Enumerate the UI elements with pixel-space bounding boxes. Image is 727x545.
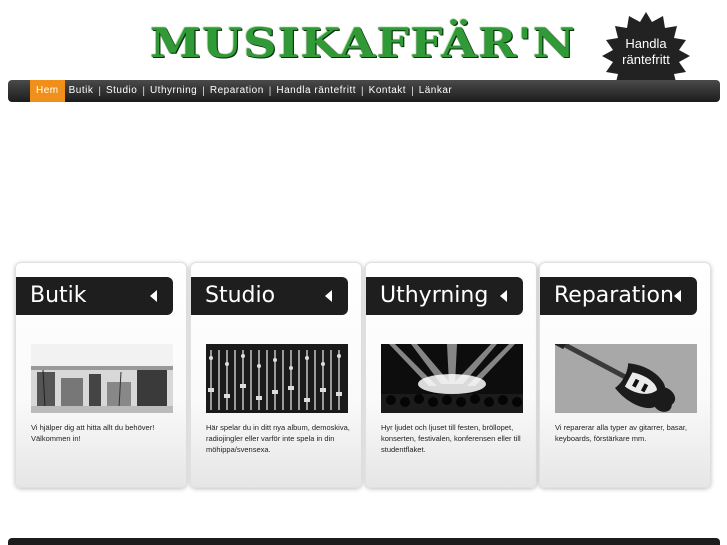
- nav-item-hem[interactable]: Hem: [30, 80, 65, 102]
- card-butik[interactable]: Butik Vi hjälper dig att hitta allt du b…: [15, 262, 187, 488]
- arrow-left-icon: [674, 290, 681, 302]
- service-cards: Butik Vi hjälper dig att hitta allt du b…: [15, 262, 715, 488]
- concert-stage-photo[interactable]: [381, 344, 523, 413]
- badge-text: Handla räntefritt: [602, 36, 690, 68]
- card-title: Uthyrning: [380, 283, 489, 308]
- card-description: Här spelar du in ditt nya album, demoski…: [206, 423, 350, 454]
- card-header[interactable]: Studio: [191, 277, 348, 315]
- nav-item-kontakt[interactable]: Kontakt: [365, 80, 410, 102]
- card-title: Reparation: [554, 283, 674, 308]
- nav-item-lankar[interactable]: Länkar: [415, 80, 457, 102]
- card-uthyrning[interactable]: Uthyrning Hyr ljudet och ljuset till fes…: [365, 262, 537, 488]
- site-logo[interactable]: MUSIKAFFÄR'N: [150, 20, 645, 68]
- card-title: Studio: [205, 283, 276, 308]
- badge-line-2: räntefritt: [622, 52, 670, 67]
- footer-bar: [8, 538, 720, 545]
- arrow-left-icon: [150, 290, 157, 302]
- card-header[interactable]: Reparation: [540, 277, 697, 315]
- card-reparation[interactable]: Reparation Vi reparerar alla typer av gi…: [539, 262, 711, 488]
- nav-item-studio[interactable]: Studio: [102, 80, 141, 102]
- card-description: Vi hjälper dig att hitta allt du behöver…: [31, 423, 155, 443]
- electric-guitar-photo[interactable]: [555, 344, 697, 413]
- nav-item-handla-rantefritt[interactable]: Handla räntefritt: [272, 80, 360, 102]
- card-header[interactable]: Butik: [16, 277, 173, 315]
- card-description: Hyr ljudet och ljuset till festen, bröll…: [381, 423, 521, 454]
- nav-item-uthyrning[interactable]: Uthyrning: [146, 80, 201, 102]
- arrow-left-icon: [325, 290, 332, 302]
- card-title: Butik: [30, 283, 87, 308]
- card-description: Vi reparerar alla typer av gitarrer, bas…: [555, 423, 688, 443]
- music-store-photo[interactable]: [31, 344, 173, 413]
- nav-item-reparation[interactable]: Reparation: [206, 80, 268, 102]
- header: MUSIKAFFÄR'N Handla räntefritt: [0, 0, 727, 100]
- mixing-console-photo[interactable]: [206, 344, 348, 413]
- nav-item-butik[interactable]: Butik: [65, 80, 98, 102]
- card-header[interactable]: Uthyrning: [366, 277, 523, 315]
- badge-line-1: Handla: [625, 36, 667, 51]
- card-studio[interactable]: Studio Här spelar du in ditt nya album, …: [190, 262, 362, 488]
- arrow-left-icon: [500, 290, 507, 302]
- main-navigation: Hem Butik | Studio | Uthyrning | Reparat…: [8, 80, 720, 102]
